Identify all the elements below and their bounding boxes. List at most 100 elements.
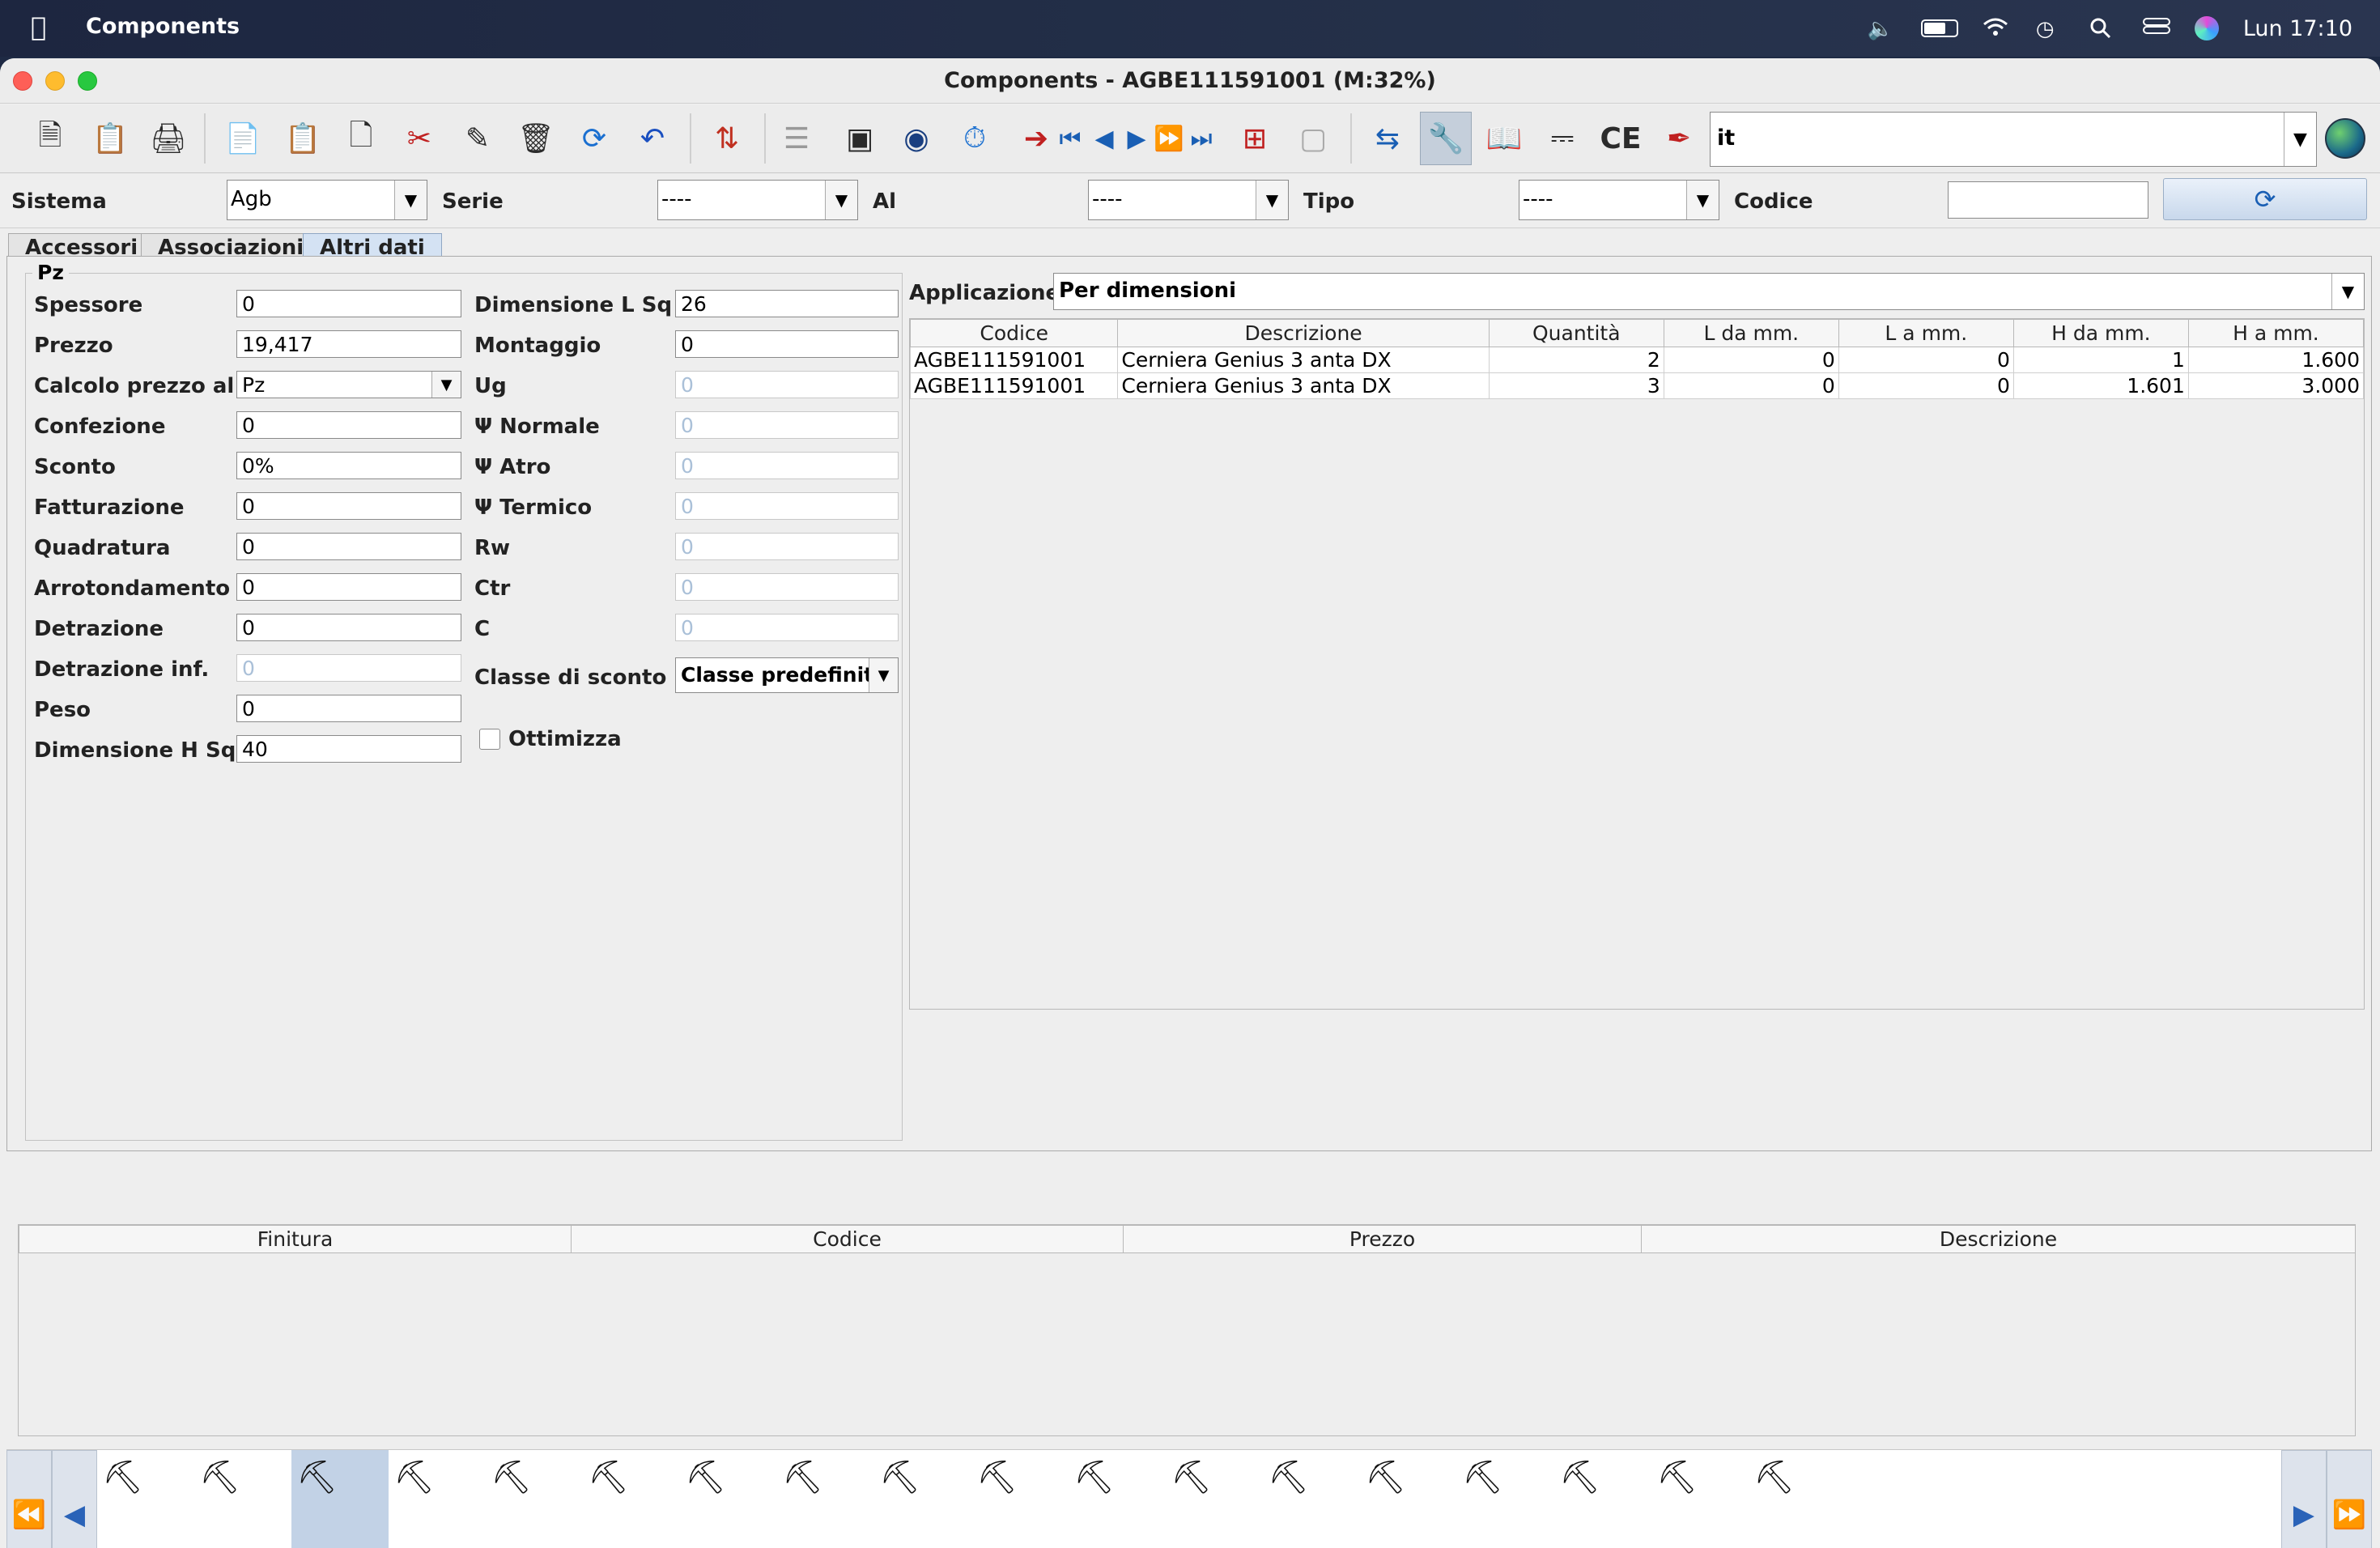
field-input[interactable]: 0 bbox=[675, 614, 899, 641]
control-center-icon[interactable] bbox=[2142, 18, 2170, 39]
forward-record-icon[interactable]: ⏩ bbox=[1153, 112, 1185, 165]
strip-first-icon[interactable]: ⏪ bbox=[6, 1450, 52, 1548]
time-machine-icon[interactable]: ◷ bbox=[2036, 17, 2065, 41]
field-input[interactable]: 0 bbox=[675, 371, 899, 398]
column-header[interactable]: Prezzo bbox=[1123, 1225, 1642, 1253]
table-cell[interactable]: 0 bbox=[1838, 372, 2014, 399]
select-icon[interactable]: ▣ bbox=[834, 112, 886, 165]
cut-icon[interactable]: ✂ bbox=[393, 112, 445, 165]
column-header[interactable]: Descrizione bbox=[1641, 1225, 2356, 1253]
field-input[interactable]: 0 bbox=[675, 330, 899, 358]
field-input[interactable]: 26 bbox=[675, 290, 899, 317]
thumbnail-item[interactable]: ⛏E11159... bbox=[389, 1450, 486, 1548]
menubar-clock[interactable]: Lun 17:10 bbox=[2243, 16, 2352, 41]
next-record-icon[interactable]: ▶ bbox=[1120, 112, 1153, 165]
first-record-icon[interactable]: ⏮ bbox=[1052, 112, 1088, 165]
previous-record-icon[interactable]: ◀ bbox=[1088, 112, 1120, 165]
field-input[interactable]: 0 bbox=[675, 492, 899, 520]
thumbnail-item[interactable]: ⛏SWC524... bbox=[1651, 1450, 1749, 1548]
spotlight-icon[interactable] bbox=[2089, 17, 2119, 40]
field-input[interactable]: 0 bbox=[675, 533, 899, 560]
field-input[interactable]: 0 bbox=[236, 614, 461, 641]
tools-icon[interactable]: 🔧 bbox=[1420, 112, 1472, 165]
battery-icon[interactable] bbox=[1920, 19, 1958, 37]
field-input[interactable]: 0 bbox=[236, 492, 461, 520]
field-input[interactable]: 0 bbox=[236, 654, 461, 682]
thumbnail-item[interactable]: ⛏E01164... bbox=[194, 1450, 291, 1548]
new-document-icon[interactable]: 🗋 bbox=[335, 112, 387, 165]
sort-icon[interactable]: ⇅ bbox=[701, 112, 753, 165]
strip-next-icon[interactable]: ▶ bbox=[2281, 1450, 2327, 1548]
thumbnail-item[interactable]: ⛏SWC023... bbox=[1360, 1450, 1457, 1548]
table-cell[interactable]: 1 bbox=[2012, 347, 2189, 373]
column-header[interactable]: L da mm. bbox=[1663, 319, 1839, 347]
chevron-down-icon[interactable]: ▼ bbox=[394, 181, 427, 219]
thumbnail-item[interactable]: ⛏LAV_CE... bbox=[777, 1450, 874, 1548]
serie-combo[interactable]: ---- ▼ bbox=[657, 180, 858, 220]
thumbnail-item[interactable]: ⛏LAV_CA... bbox=[583, 1450, 680, 1548]
column-header[interactable]: Quantità bbox=[1488, 319, 1664, 347]
field-input[interactable]: 0 bbox=[236, 533, 461, 560]
thumbnail-item[interactable]: ⛏LAV_CE... bbox=[680, 1450, 777, 1548]
table-cell[interactable]: 1.601 bbox=[2012, 372, 2189, 399]
funnel-icon[interactable]: ⎓ bbox=[1536, 112, 1588, 165]
table-row[interactable]: AGBE111591001 Cerniera Genius 3 anta DX 2 0… bbox=[909, 347, 2365, 373]
table-cell[interactable]: 0 bbox=[1663, 347, 1839, 373]
thumbnail-item[interactable]: ⛏SWC024... bbox=[1457, 1450, 1554, 1548]
codice-input[interactable] bbox=[1948, 181, 2148, 219]
sistema-combo[interactable]: Agb ▼ bbox=[227, 180, 427, 220]
thumbnail-item[interactable]: ⛏SWC022... bbox=[1263, 1450, 1360, 1548]
thumbnail-item[interactable]: ⛏SWC524... bbox=[1554, 1450, 1651, 1548]
ottimizza-checkbox[interactable] bbox=[479, 729, 500, 750]
refresh-icon[interactable]: ⟳ bbox=[568, 112, 620, 165]
classe-sconto-combo[interactable]: Classe predefinita ▼ bbox=[675, 657, 899, 693]
siri-icon[interactable] bbox=[2194, 16, 2219, 40]
list-icon[interactable]: ☰ bbox=[771, 112, 822, 165]
table-cell[interactable]: Cerniera Genius 3 anta DX bbox=[1117, 372, 1490, 399]
column-header[interactable]: Descrizione bbox=[1117, 319, 1490, 347]
chevron-down-icon[interactable]: ▼ bbox=[869, 658, 898, 692]
print-report-icon[interactable]: 📋 bbox=[84, 112, 136, 165]
table-cell[interactable]: AGBE111591001 bbox=[909, 372, 1119, 399]
thumbnail-item[interactable]: ⛏SWC022... bbox=[874, 1450, 971, 1548]
menubar-app-name[interactable]: Components bbox=[86, 14, 240, 39]
edit-icon[interactable]: ✎ bbox=[452, 112, 504, 165]
thumbnail-item[interactable]: ⛏E11162... bbox=[486, 1450, 583, 1548]
table-cell[interactable]: 3.000 bbox=[2187, 372, 2365, 399]
dimensions-icon[interactable]: ⇆ bbox=[1362, 112, 1413, 165]
applicazione-combo[interactable]: Per dimensioni ▼ bbox=[1053, 273, 2365, 310]
apple-menu-icon[interactable]:  bbox=[31, 11, 46, 42]
binoculars-icon[interactable]: ◉ bbox=[890, 112, 942, 165]
stopwatch-icon[interactable]: ⏱ bbox=[949, 112, 1001, 165]
field-input[interactable]: 0 bbox=[675, 411, 899, 439]
chevron-down-icon[interactable]: ▼ bbox=[2331, 274, 2364, 309]
field-input[interactable]: 0% bbox=[236, 452, 461, 479]
table-cell[interactable]: 0 bbox=[1663, 372, 1839, 399]
add-record-icon[interactable]: ⊞ bbox=[1229, 112, 1281, 165]
field-input[interactable]: 0 bbox=[236, 290, 461, 317]
table-cell[interactable]: 3 bbox=[1488, 372, 1664, 399]
language-combo[interactable]: it ▼ bbox=[1710, 112, 2317, 167]
field-input[interactable]: 0 bbox=[675, 573, 899, 601]
table-row[interactable]: AGBE111591001 Cerniera Genius 3 anta DX 3 0… bbox=[909, 372, 2365, 399]
paste-icon[interactable]: 📋 bbox=[277, 112, 329, 165]
save-disabled-icon[interactable]: ▢ bbox=[1287, 112, 1339, 165]
chevron-down-icon[interactable]: ▼ bbox=[1686, 181, 1719, 219]
strip-last-icon[interactable]: ⏩ bbox=[2327, 1450, 2372, 1548]
chevron-down-icon[interactable]: ▼ bbox=[1256, 181, 1288, 219]
column-header[interactable]: H da mm. bbox=[2012, 319, 2189, 347]
thumbnail-item[interactable]: ⛏E01164... bbox=[97, 1450, 194, 1548]
field-input[interactable]: 0 bbox=[236, 573, 461, 601]
field-input[interactable]: 40 bbox=[236, 735, 461, 763]
delete-icon[interactable]: 🗑 bbox=[510, 112, 562, 165]
ce-mark-icon[interactable]: CE bbox=[1595, 112, 1647, 165]
print-preview-icon[interactable]: 🗎 bbox=[24, 112, 76, 165]
globe-icon[interactable] bbox=[2325, 118, 2365, 159]
undo-icon[interactable]: ↶ bbox=[627, 112, 678, 165]
field-input[interactable]: 0 bbox=[675, 452, 899, 479]
manual-icon[interactable]: 📖 bbox=[1478, 112, 1530, 165]
filter-refresh-button[interactable]: ⟳ bbox=[2163, 178, 2367, 220]
chevron-down-icon[interactable]: ▼ bbox=[431, 372, 461, 398]
thumbnail-item[interactable]: ⛏SWC022... bbox=[1069, 1450, 1166, 1548]
column-header[interactable]: Finitura bbox=[19, 1225, 572, 1253]
